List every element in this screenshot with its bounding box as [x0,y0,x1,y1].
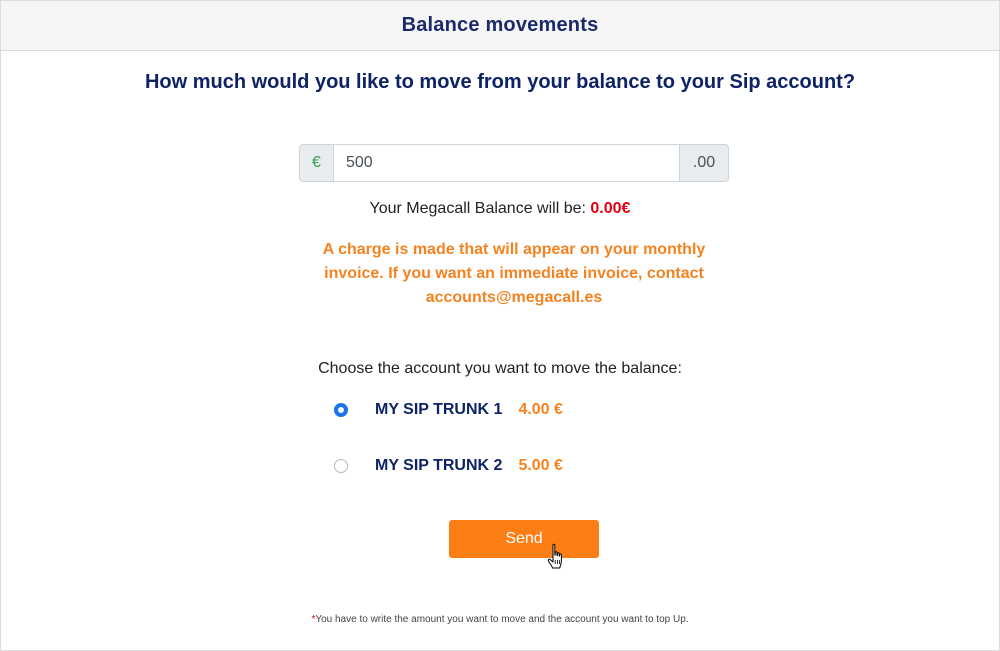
account-option-1[interactable]: MY SIP TRUNK 1 4.00 € [334,398,563,422]
account-name-1: MY SIP TRUNK 1 [375,401,503,418]
decimals-suffix: .00 [680,144,729,182]
choose-account-label: Choose the account you want to move the … [318,360,682,377]
panel-header: Balance movements [1,1,999,51]
account-balance-1: 4.00 € [518,401,563,418]
footnote-text: You have to write the amount you want to… [315,614,689,625]
move-question: How much would you like to move from you… [144,71,856,93]
account-radio-1[interactable] [334,403,348,417]
page-title: Balance movements [401,14,599,36]
resulting-balance: Your Megacall Balance will be: 0.00€ [0,200,1000,218]
account-name-2: MY SIP TRUNK 2 [375,457,503,474]
resulting-balance-value: 0.00€ [590,200,631,217]
footnote: *You have to write the amount you want t… [0,614,1000,625]
send-button[interactable]: Send [449,520,599,558]
account-balance-2: 5.00 € [518,457,563,474]
invoice-notice: A charge is made that will appear on you… [322,241,706,306]
euro-currency-icon: € [299,144,333,182]
account-radio-2[interactable] [334,459,348,473]
resulting-balance-label: Your Megacall Balance will be: [369,200,586,217]
account-option-2[interactable]: MY SIP TRUNK 2 5.00 € [334,454,563,478]
hand-pointer-icon [547,543,562,569]
amount-input[interactable] [333,144,680,182]
amount-input-group: € .00 [299,144,729,182]
